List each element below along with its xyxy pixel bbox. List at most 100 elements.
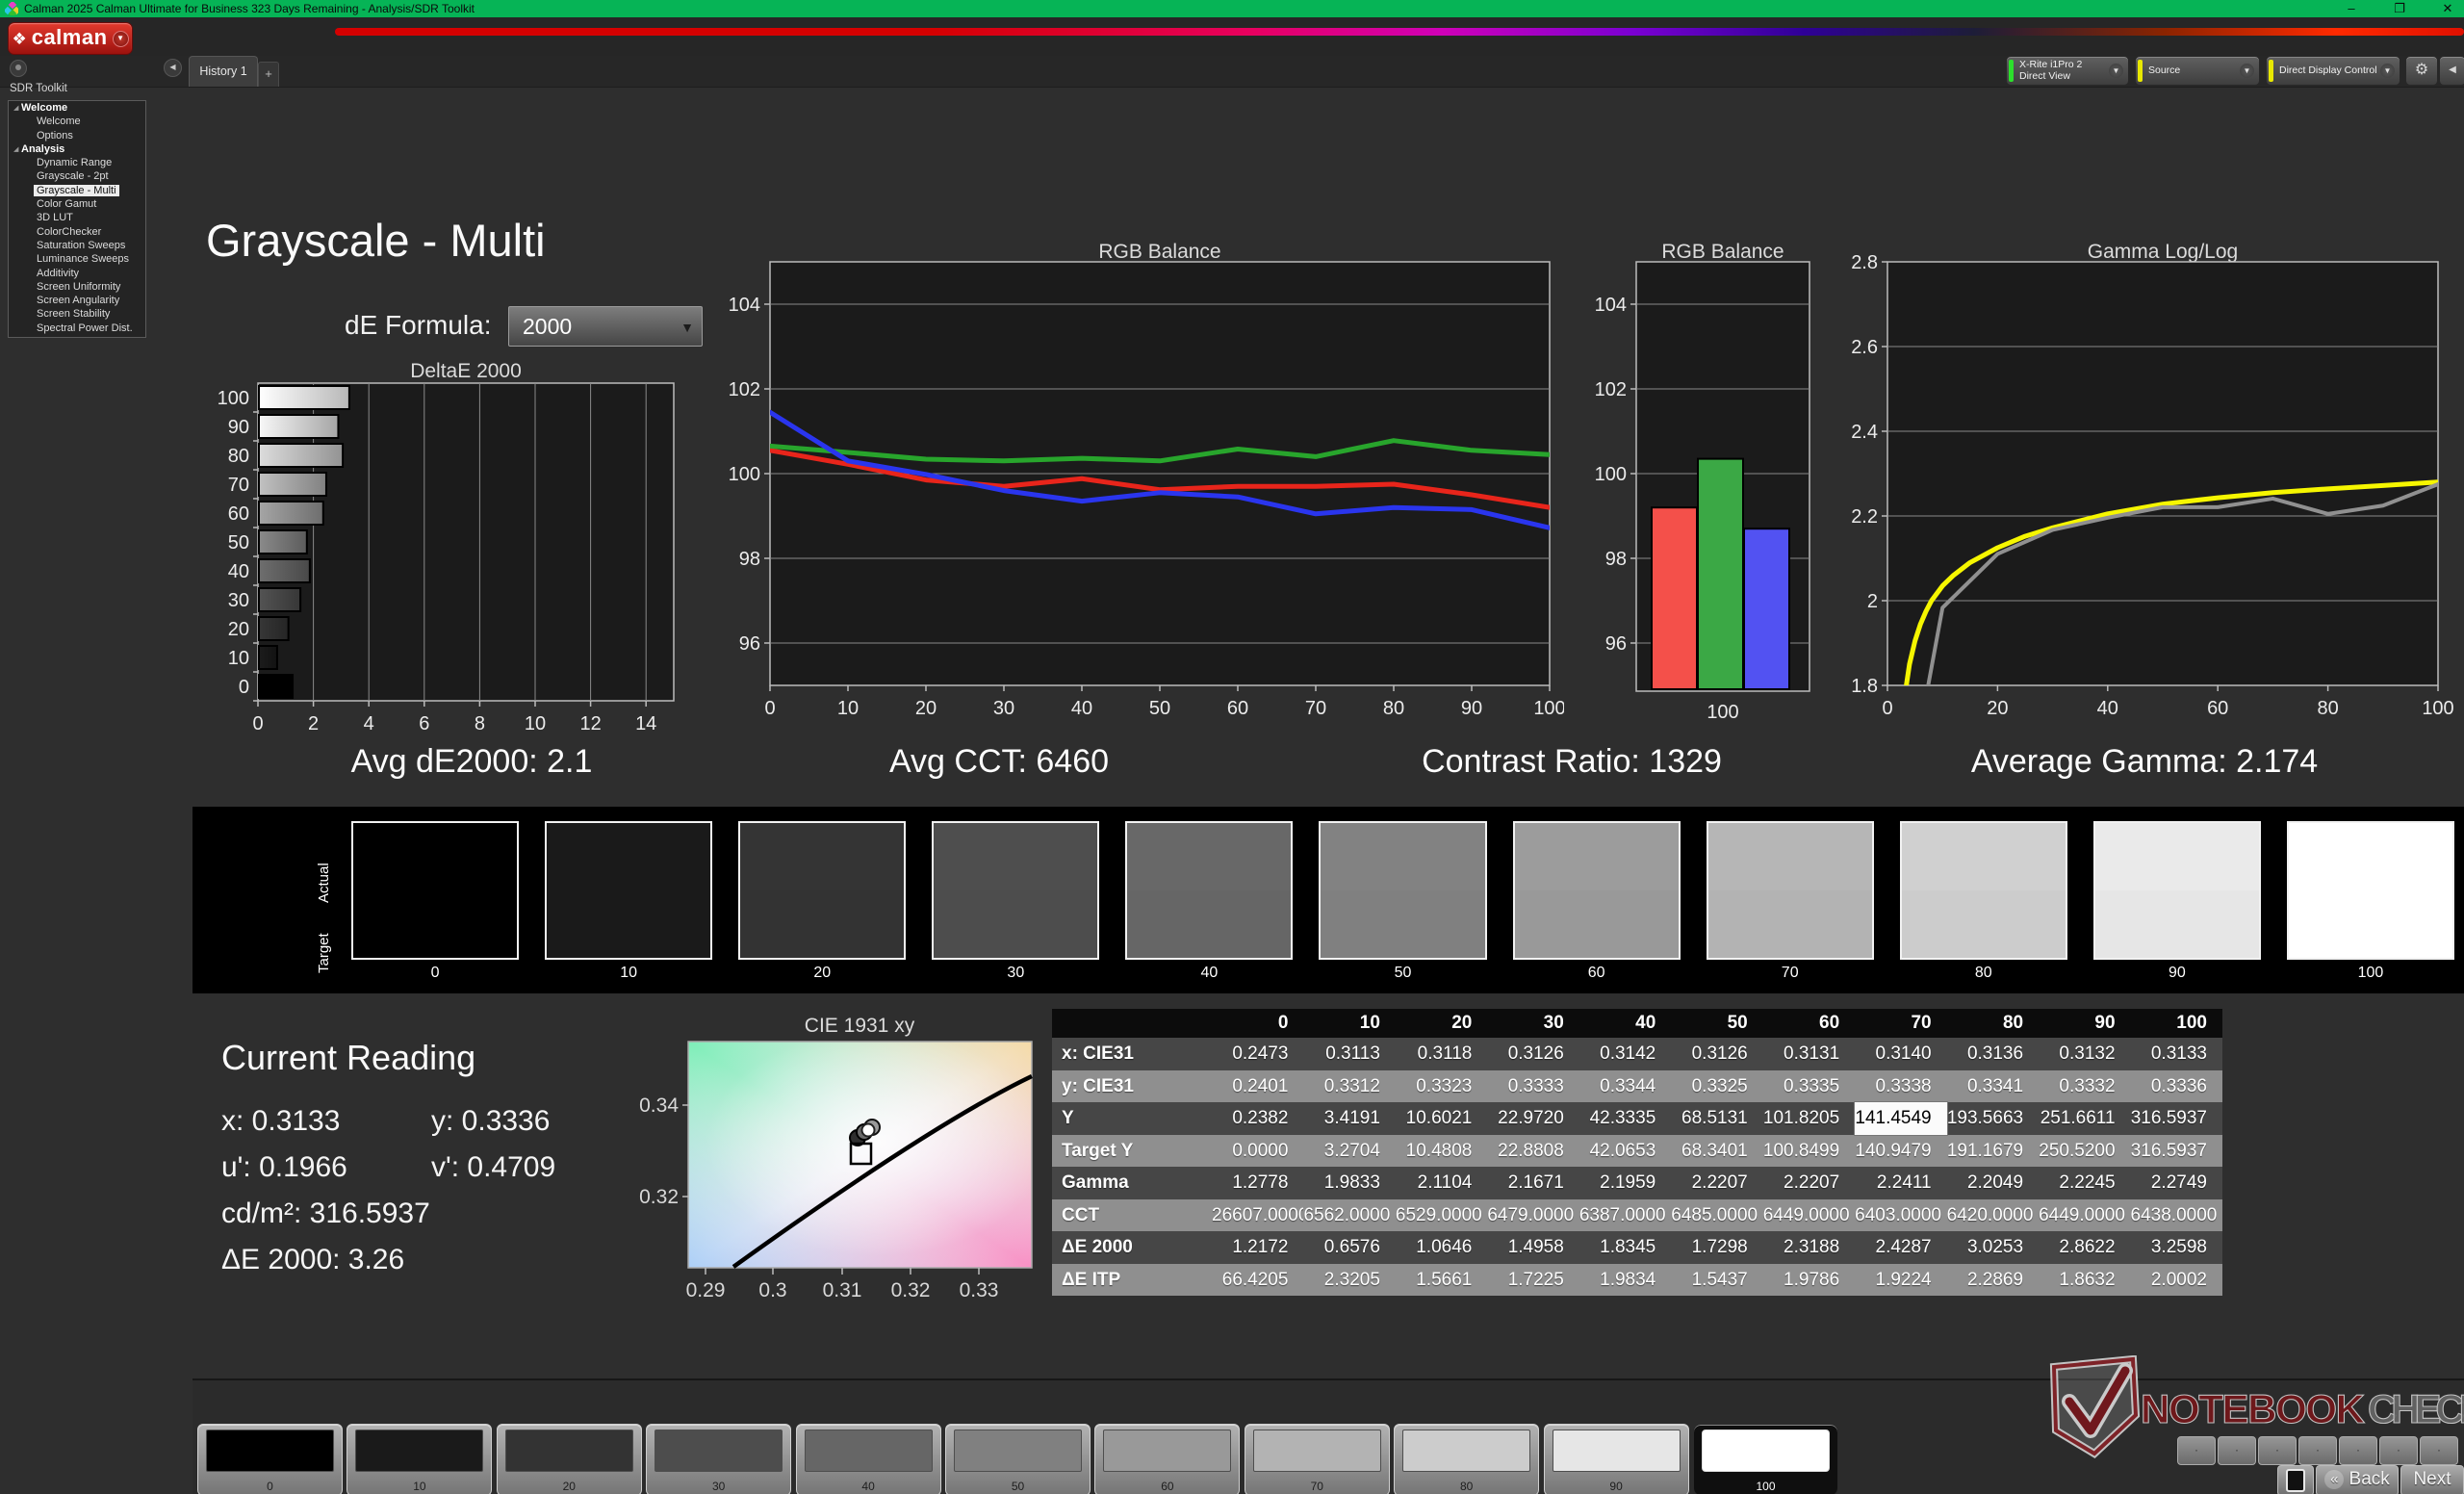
table-cell[interactable]: 0.0000 <box>1212 1135 1303 1168</box>
table-cell[interactable]: 1.5661 <box>1396 1264 1487 1297</box>
table-cell[interactable]: 26607.0000 <box>1212 1199 1303 1232</box>
table-cell[interactable]: 6438.0000 <box>2131 1199 2222 1232</box>
table-cell[interactable]: 66.4205 <box>1212 1264 1303 1297</box>
table-cell[interactable]: 3.0253 <box>1947 1231 2039 1264</box>
table-cell[interactable]: 6420.0000 <box>1947 1199 2039 1232</box>
table-cell[interactable]: 0.3338 <box>1855 1070 1946 1103</box>
sidebar-item-color-gamut[interactable]: Color Gamut <box>9 197 145 211</box>
workspace-dot-button[interactable] <box>10 60 27 77</box>
table-cell[interactable]: 22.9720 <box>1487 1102 1578 1135</box>
table-cell[interactable]: 1.8632 <box>2039 1264 2130 1297</box>
table-cell[interactable]: 42.0653 <box>1579 1135 1671 1168</box>
table-cell[interactable]: 0.3336 <box>2131 1070 2222 1103</box>
table-cell[interactable]: 6479.0000 <box>1487 1199 1578 1232</box>
table-cell[interactable]: 1.8345 <box>1579 1231 1671 1264</box>
tab-history-1[interactable]: History 1 <box>189 56 258 87</box>
table-cell[interactable]: 10.4808 <box>1396 1135 1487 1168</box>
sidebar-item-grayscale-2pt[interactable]: Grayscale - 2pt <box>9 169 145 183</box>
sidebar-item-3d-lut[interactable]: 3D LUT <box>9 211 145 224</box>
sidebar-item-welcome[interactable]: ◢ Welcome <box>9 101 145 115</box>
table-cell[interactable]: 6485.0000 <box>1671 1199 1762 1232</box>
table-cell[interactable]: 0.3118 <box>1396 1038 1487 1070</box>
table-cell[interactable]: 1.0646 <box>1396 1231 1487 1264</box>
sidebar-item-welcome[interactable]: Welcome <box>9 115 145 128</box>
table-cell[interactable]: 3.4191 <box>1303 1102 1395 1135</box>
table-cell[interactable]: 140.9479 <box>1855 1135 1946 1168</box>
table-cell[interactable]: 0.3325 <box>1671 1070 1762 1103</box>
pattern-swatch-button-100[interactable]: 100 <box>1693 1424 1838 1494</box>
sidebar-item-screen-stability[interactable]: Screen Stability <box>9 307 145 321</box>
table-cell[interactable]: 2.2411 <box>1855 1167 1946 1199</box>
sidebar-item-analysis[interactable]: ◢ Analysis <box>9 142 145 156</box>
calman-menu-button[interactable]: ❖ calman ▼ <box>8 22 133 55</box>
table-cell[interactable]: 100.8499 <box>1763 1135 1855 1168</box>
table-cell[interactable]: 10.6021 <box>1396 1102 1487 1135</box>
table-cell[interactable]: 2.2869 <box>1947 1264 2039 1297</box>
table-cell[interactable]: 0.3133 <box>2131 1038 2222 1070</box>
table-cell[interactable]: 0.3323 <box>1396 1070 1487 1103</box>
table-cell[interactable]: 0.3312 <box>1303 1070 1395 1103</box>
table-cell[interactable]: 1.9834 <box>1579 1264 1671 1297</box>
table-cell[interactable]: 0.3333 <box>1487 1070 1578 1103</box>
sidebar-item-grayscale-multi[interactable]: Grayscale - Multi <box>9 184 145 197</box>
table-cell[interactable]: 6449.0000 <box>2039 1199 2130 1232</box>
maximize-button[interactable]: ❐ <box>2385 0 2414 17</box>
table-cell[interactable]: 2.2207 <box>1671 1167 1762 1199</box>
table-cell[interactable]: 1.9786 <box>1763 1264 1855 1297</box>
table-cell[interactable]: 2.1671 <box>1487 1167 1578 1199</box>
table-cell[interactable]: 0.2401 <box>1212 1070 1303 1103</box>
pattern-swatch-button-20[interactable]: 20 <box>496 1424 642 1494</box>
table-cell[interactable]: 2.3205 <box>1303 1264 1395 1297</box>
table-cell[interactable]: 0.3335 <box>1763 1070 1855 1103</box>
table-cell[interactable]: 0.3140 <box>1855 1038 1946 1070</box>
sidebar-item-saturation-sweeps[interactable]: Saturation Sweeps <box>9 239 145 252</box>
sidebar-item-additivity[interactable]: Additivity <box>9 267 145 280</box>
minimize-button[interactable]: – <box>2337 0 2366 17</box>
sidebar-item-screen-uniformity[interactable]: Screen Uniformity <box>9 280 145 294</box>
table-cell[interactable]: 251.6611 <box>2039 1102 2130 1135</box>
table-cell[interactable]: 0.3332 <box>2039 1070 2130 1103</box>
settings-gear-button[interactable]: ⚙ <box>2405 56 2438 86</box>
table-cell[interactable]: 22.8808 <box>1487 1135 1578 1168</box>
table-cell[interactable]: 1.5437 <box>1671 1264 1762 1297</box>
de-formula-select[interactable]: 2000 ▼ <box>508 306 703 347</box>
table-cell[interactable]: 6387.0000 <box>1579 1199 1671 1232</box>
table-cell[interactable]: 0.6576 <box>1303 1231 1395 1264</box>
pattern-swatch-button-0[interactable]: 0 <box>197 1424 343 1494</box>
table-cell[interactable]: 1.2778 <box>1212 1167 1303 1199</box>
table-cell[interactable]: 3.2598 <box>2131 1231 2222 1264</box>
table-cell[interactable]: 0.2382 <box>1212 1102 1303 1135</box>
table-cell[interactable]: 2.2245 <box>2039 1167 2130 1199</box>
pattern-swatch-button-30[interactable]: 30 <box>646 1424 792 1494</box>
back-button[interactable]: « Back <box>2316 1465 2399 1494</box>
pattern-swatch-button-10[interactable]: 10 <box>346 1424 493 1494</box>
panel-collapse-button[interactable]: ◀ <box>2439 56 2464 86</box>
table-cell[interactable]: 193.5663 <box>1947 1102 2039 1135</box>
sidebar-item-dynamic-range[interactable]: Dynamic Range <box>9 156 145 169</box>
table-cell[interactable]: 68.5131 <box>1671 1102 1762 1135</box>
table-cell[interactable]: 2.1959 <box>1579 1167 1671 1199</box>
display-control-button[interactable]: Direct Display Control ▼ <box>2266 56 2400 86</box>
table-cell[interactable]: 1.9224 <box>1855 1264 1946 1297</box>
table-cell[interactable]: 6403.0000 <box>1855 1199 1946 1232</box>
table-cell[interactable]: 0.3142 <box>1579 1038 1671 1070</box>
table-cell[interactable]: 1.9833 <box>1303 1167 1395 1199</box>
pattern-swatch-button-60[interactable]: 60 <box>1094 1424 1241 1494</box>
table-cell[interactable]: 3.2704 <box>1303 1135 1395 1168</box>
table-cell[interactable]: 101.8205 <box>1763 1102 1855 1135</box>
close-button[interactable]: ✕ <box>2433 0 2462 17</box>
table-cell[interactable]: 1.7298 <box>1671 1231 1762 1264</box>
table-cell[interactable]: 68.3401 <box>1671 1135 1762 1168</box>
table-cell[interactable]: 2.2207 <box>1763 1167 1855 1199</box>
table-cell[interactable]: 1.2172 <box>1212 1231 1303 1264</box>
table-cell[interactable]: 2.2749 <box>2131 1167 2222 1199</box>
sidebar-item-options[interactable]: Options <box>9 129 145 142</box>
add-tab-button[interactable]: + <box>258 62 279 87</box>
table-cell[interactable]: 250.5200 <box>2039 1135 2130 1168</box>
table-cell[interactable]: 2.4287 <box>1855 1231 1946 1264</box>
table-cell[interactable]: 6449.0000 <box>1763 1199 1855 1232</box>
table-cell[interactable]: 0.3131 <box>1763 1038 1855 1070</box>
table-cell[interactable]: 0.3126 <box>1487 1038 1578 1070</box>
table-cell[interactable]: 316.5937 <box>2131 1102 2222 1135</box>
table-cell[interactable]: 2.8622 <box>2039 1231 2130 1264</box>
